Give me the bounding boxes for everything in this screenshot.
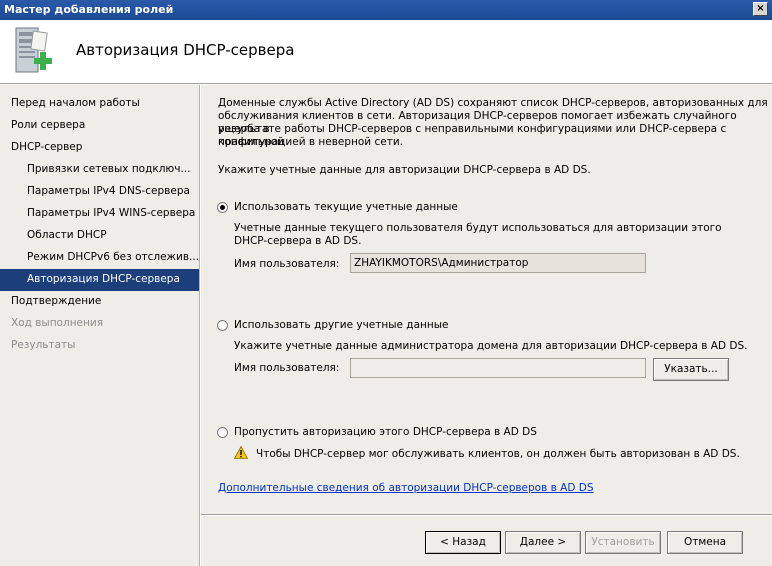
radio-use-other-credentials[interactable] (217, 320, 228, 331)
option-current-desc-2: DHCP-сервера в AD DS. (234, 235, 362, 247)
more-info-link[interactable]: Дополнительные сведения об авторизации D… (218, 482, 594, 494)
option-other-label[interactable]: Использовать другие учетные данные (234, 319, 449, 332)
current-username-field: ZHAYIKMOTORS\Администратор (350, 253, 646, 273)
specify-button[interactable]: Указать... (653, 358, 729, 381)
other-username-label: Имя пользователя: (234, 362, 340, 374)
step-dhcp-scopes[interactable]: Области DHCP (0, 225, 199, 247)
warning-icon (234, 446, 248, 459)
other-username-field[interactable] (350, 358, 646, 378)
step-before-you-begin[interactable]: Перед началом работы (0, 93, 199, 115)
radio-skip-authorization[interactable] (217, 427, 228, 438)
wizard-content: Доменные службы Active Directory (AD DS)… (201, 85, 772, 566)
step-results: Результаты (11, 339, 76, 351)
step-dhcpv6-mode[interactable]: Режим DHCPv6 без отслежив... (0, 247, 199, 269)
intro-line-1: Доменные службы Active Directory (AD DS)… (218, 97, 768, 109)
step-server-roles[interactable]: Роли сервера (0, 115, 199, 137)
skip-warning-text: Чтобы DHCP-сервер мог обслуживать клиент… (256, 448, 740, 460)
server-add-icon (15, 27, 52, 73)
cancel-button[interactable]: Отмена (667, 531, 743, 554)
option-current-label[interactable]: Использовать текущие учетные данные (234, 201, 458, 214)
install-button: Установить (585, 531, 661, 554)
wizard-steps-sidebar: Перед началом работы Роли сервера DHCP-с… (0, 85, 200, 566)
option-skip-label[interactable]: Пропустить авторизацию этого DHCP-сервер… (234, 426, 537, 439)
credentials-prompt: Укажите учетные данные для авторизации D… (218, 164, 591, 176)
step-dhcp-authorization[interactable]: Авторизация DHCP-сервера (0, 269, 199, 291)
step-ipv4-dns[interactable]: Параметры IPv4 DNS-сервера (0, 181, 199, 203)
title-bar: Мастер добавления ролей × (0, 0, 772, 20)
back-button[interactable]: < Назад (425, 531, 501, 554)
current-username-label: Имя пользователя: (234, 258, 340, 270)
intro-line-4: конфигурацией в неверной сети. (218, 136, 403, 148)
radio-use-current-credentials[interactable] (217, 202, 228, 213)
next-button[interactable]: Далее > (505, 531, 581, 554)
footer-divider-highlight (201, 515, 772, 516)
step-ipv4-wins[interactable]: Параметры IPv4 WINS-сервера (0, 203, 199, 225)
wizard-header: Авторизация DHCP-сервера (0, 20, 772, 84)
step-dhcp-server[interactable]: DHCP-сервер (0, 137, 199, 159)
close-button[interactable]: × (753, 2, 768, 16)
step-confirmation[interactable]: Подтверждение (0, 291, 199, 313)
page-title: Авторизация DHCP-сервера (76, 41, 295, 59)
window-title: Мастер добавления ролей (4, 3, 174, 16)
step-progress: Ход выполнения (11, 317, 104, 329)
option-current-desc-1: Учетные данные текущего пользователя буд… (234, 222, 722, 234)
step-network-bindings[interactable]: Привязки сетевых подключ... (0, 159, 199, 181)
option-other-desc: Укажите учетные данные администратора до… (234, 340, 748, 352)
